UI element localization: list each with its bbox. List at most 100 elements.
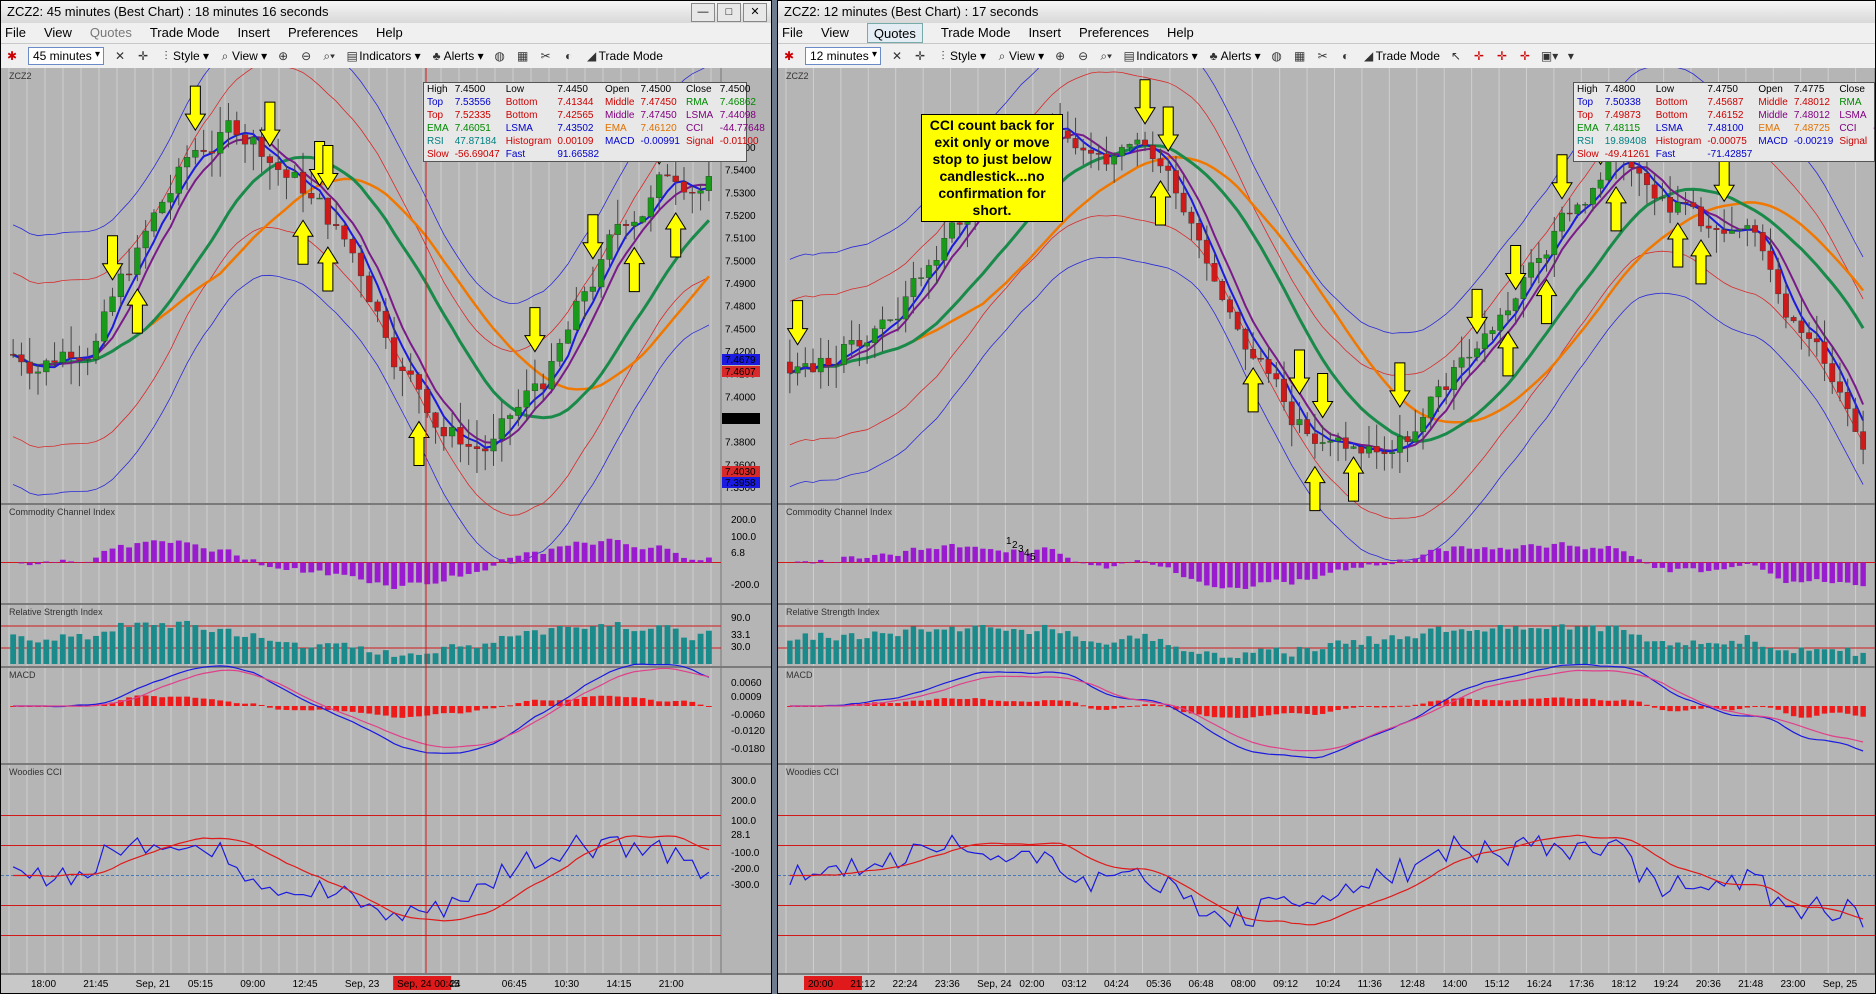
globe-icon[interactable]: ◍ (493, 49, 507, 63)
macd-bar (639, 698, 646, 706)
menu-preferences[interactable]: Preferences (288, 23, 358, 43)
menu-trade-mode[interactable]: Trade Mode (941, 23, 1011, 43)
layout-icon[interactable]: ▣▾ (1541, 49, 1558, 63)
time-label: 14:15 (606, 979, 631, 990)
right-chart-window: ZCZ2: 12 minutes (Best Chart) : 17 secon… (777, 0, 1876, 994)
cci-bar (192, 544, 199, 563)
alerts-menu[interactable]: ♣ Alerts ▾ (430, 49, 484, 63)
magnet-icon[interactable]: ◐ (562, 49, 576, 63)
macd-bar (391, 706, 398, 718)
indicators-menu[interactable]: ▤Indicators ▾ (1122, 49, 1198, 63)
crosshair-red-2-icon[interactable]: ✛ (1495, 49, 1509, 63)
minimize-button[interactable]: — (691, 3, 715, 22)
menu-insert[interactable]: Insert (237, 23, 270, 43)
zoom-icon[interactable]: ⌕▾ (1099, 49, 1113, 63)
menu-preferences[interactable]: Preferences (1079, 23, 1149, 43)
rsi-bar (1296, 646, 1303, 664)
pointer-icon[interactable]: ↖ (1449, 49, 1463, 63)
macd-bar (1296, 706, 1303, 714)
indicator-axis-label: 0.0060 (731, 678, 762, 689)
zoom-out-icon[interactable]: ⊖ (299, 49, 313, 63)
macd-bar (515, 703, 522, 706)
cci-bar (1451, 546, 1457, 563)
calculator-icon[interactable]: ▦ (1293, 49, 1307, 63)
calculator-icon[interactable]: ▦ (516, 49, 530, 63)
view-menu[interactable]: ⌕ View ▾ (218, 49, 268, 63)
menu-view[interactable]: View (44, 23, 72, 43)
cci-bar (117, 544, 124, 563)
pin-icon[interactable]: ✱ (782, 49, 796, 63)
menu-file[interactable]: File (5, 23, 26, 43)
cci-bar (1312, 562, 1318, 580)
menu-quotes[interactable]: Quotes (90, 23, 132, 43)
magnet-icon[interactable]: ◐ (1339, 49, 1353, 63)
rsi-bar (548, 628, 555, 664)
macd-bar (1057, 700, 1063, 706)
candle (1682, 201, 1689, 204)
menu-insert[interactable]: Insert (1028, 23, 1061, 43)
cci-bar (1204, 562, 1210, 586)
menu-trade-mode[interactable]: Trade Mode (150, 23, 220, 43)
scissors-icon[interactable]: ✂ (1316, 49, 1330, 63)
time-label: 10:30 (554, 979, 579, 990)
candle (1775, 269, 1782, 295)
zoom-icon[interactable]: ⌕▾ (322, 49, 336, 63)
maximize-button[interactable]: □ (717, 3, 741, 22)
menu-file[interactable]: File (782, 23, 803, 43)
rsi-bar (1597, 631, 1604, 664)
crosshair-icon[interactable]: ✛ (136, 49, 150, 63)
crosshair-icon[interactable]: ✛ (913, 49, 927, 63)
interval-select[interactable]: 12 minutes (805, 47, 881, 65)
left-chart-area[interactable]: ZCZ2 Commodity Channel Index Relative Stre… (1, 68, 771, 993)
style-menu[interactable]: ⫶ Style ▾ (159, 49, 209, 63)
info-cell: Low (1655, 84, 1675, 95)
pin-icon[interactable]: ✱ (5, 49, 19, 63)
macd-bar (681, 700, 687, 706)
cci-bar (1520, 545, 1527, 563)
rsi-bar (933, 629, 940, 664)
menu-view[interactable]: View (821, 23, 849, 43)
interval-select[interactable]: 45 minutes (28, 47, 104, 65)
close-chart-icon[interactable]: ✕ (113, 49, 127, 63)
rsi-bar (300, 648, 306, 664)
crosshair-red-icon[interactable]: ✛ (1472, 49, 1486, 63)
cci-bar (941, 545, 947, 563)
candle (1427, 396, 1434, 418)
cci-bar (382, 562, 389, 586)
menu-help[interactable]: Help (1167, 23, 1194, 43)
rsi-bar (18, 636, 25, 664)
rsi-bar (1713, 643, 1720, 664)
candle (515, 406, 522, 416)
cci-bar (258, 562, 265, 566)
close-button[interactable]: ✕ (743, 3, 767, 22)
trade-mode-button[interactable]: ◢ Trade Mode (1362, 49, 1440, 63)
info-cell: -0.00219 (1793, 136, 1834, 147)
crosshair-red-3-icon[interactable]: ✛ (1518, 49, 1532, 63)
left-chart-svg[interactable]: ZCZ2 Commodity Channel Index Relative Stre… (1, 68, 771, 994)
globe-icon[interactable]: ◍ (1270, 49, 1284, 63)
rsi-bar (1651, 641, 1658, 664)
menu-quotes[interactable]: Quotes (866, 23, 923, 43)
scissors-icon[interactable]: ✂ (539, 49, 553, 63)
alerts-menu[interactable]: ♣ Alerts ▾ (1207, 49, 1261, 63)
candle (432, 412, 439, 428)
view-menu[interactable]: ⌕ View ▾ (995, 49, 1045, 63)
rsi-bar (1497, 625, 1503, 664)
menu-help[interactable]: Help (376, 23, 403, 43)
macd-bar (1528, 698, 1534, 706)
right-chart-area[interactable]: ZCZ2 Commodity Channel Index Relative Stre… (778, 68, 1875, 993)
info-cell: Top (1577, 97, 1594, 108)
candle (540, 383, 547, 390)
style-menu[interactable]: ⫶ Style ▾ (936, 49, 986, 63)
zoom-in-icon[interactable]: ⊕ (1053, 49, 1067, 63)
zoom-out-icon[interactable]: ⊖ (1076, 49, 1090, 63)
time-label: 19:24 (1654, 979, 1679, 990)
indicators-menu[interactable]: ▤Indicators ▾ (345, 49, 421, 63)
candle (1188, 211, 1195, 224)
close-chart-icon[interactable]: ✕ (890, 49, 904, 63)
rsi-bar (233, 636, 240, 664)
macd-bar (1335, 706, 1341, 711)
zoom-in-icon[interactable]: ⊕ (276, 49, 290, 63)
overflow-icon[interactable]: ▾ (1564, 49, 1578, 63)
trade-mode-button[interactable]: ◢ Trade Mode (585, 49, 663, 63)
